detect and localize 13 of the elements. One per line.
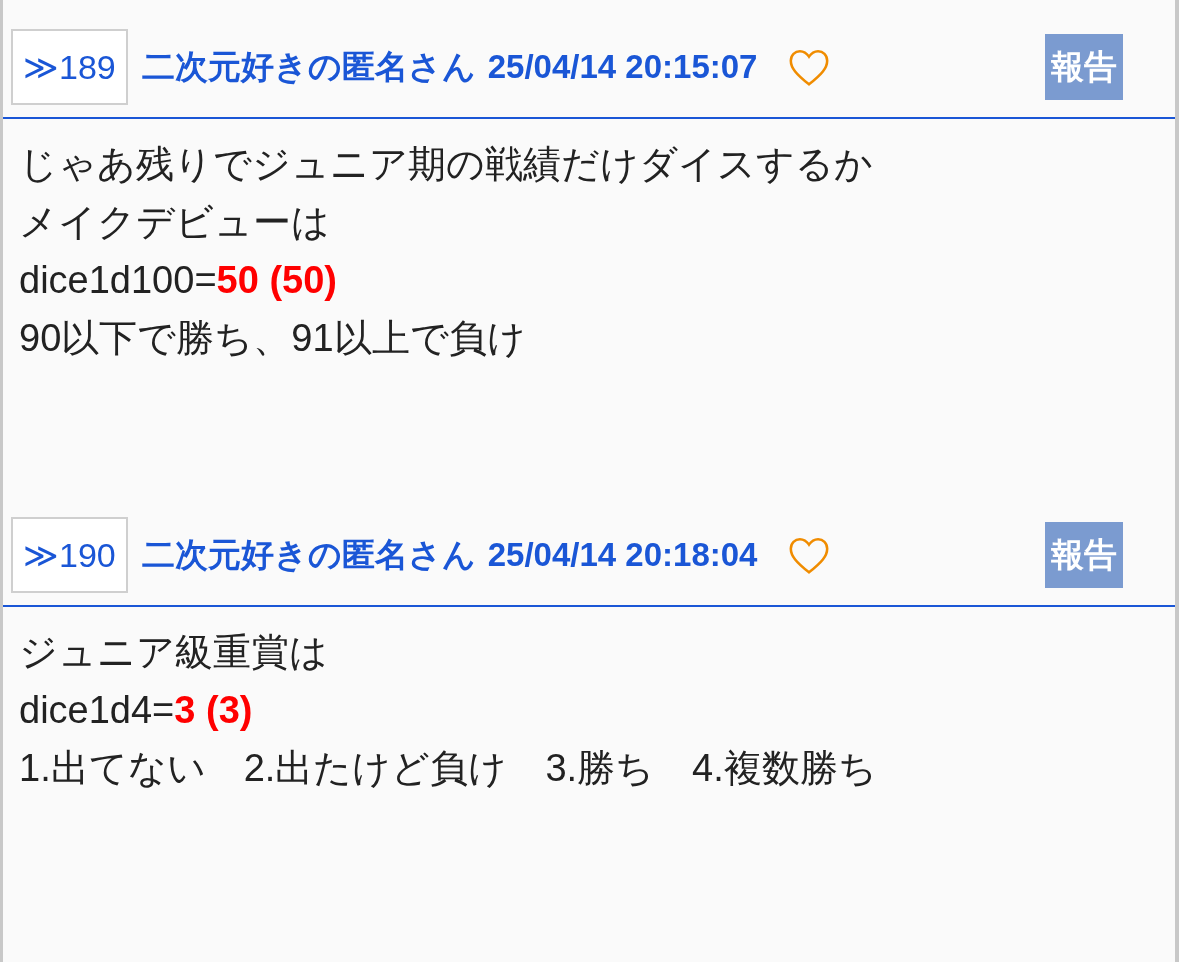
post-date: 25/04/14 20:18:04	[487, 535, 758, 576]
post-date: 25/04/14 20:15:07	[487, 47, 758, 88]
post-author: 二次元好きの匿名さん	[141, 47, 476, 88]
post-number[interactable]: ≫189	[11, 29, 128, 105]
post-text: じゃあ残りでジュニア期の戦績だけダイスするか	[19, 142, 874, 187]
post-text: dice1d4=3 (3)	[19, 688, 254, 733]
post-author: 二次元好きの匿名さん	[141, 535, 476, 576]
post-text: 90以下で勝ち、91以上で負け	[19, 316, 527, 361]
post-text: dice1d100=50 (50)	[19, 258, 338, 303]
post-text: メイクデビューは	[19, 200, 331, 245]
post-text: 1.出てない 2.出たけど負け 3.勝ち 4.複数勝ち	[19, 746, 878, 791]
post-text: ジュニア級重賞は	[19, 630, 329, 675]
post-number[interactable]: ≫190	[11, 517, 128, 593]
